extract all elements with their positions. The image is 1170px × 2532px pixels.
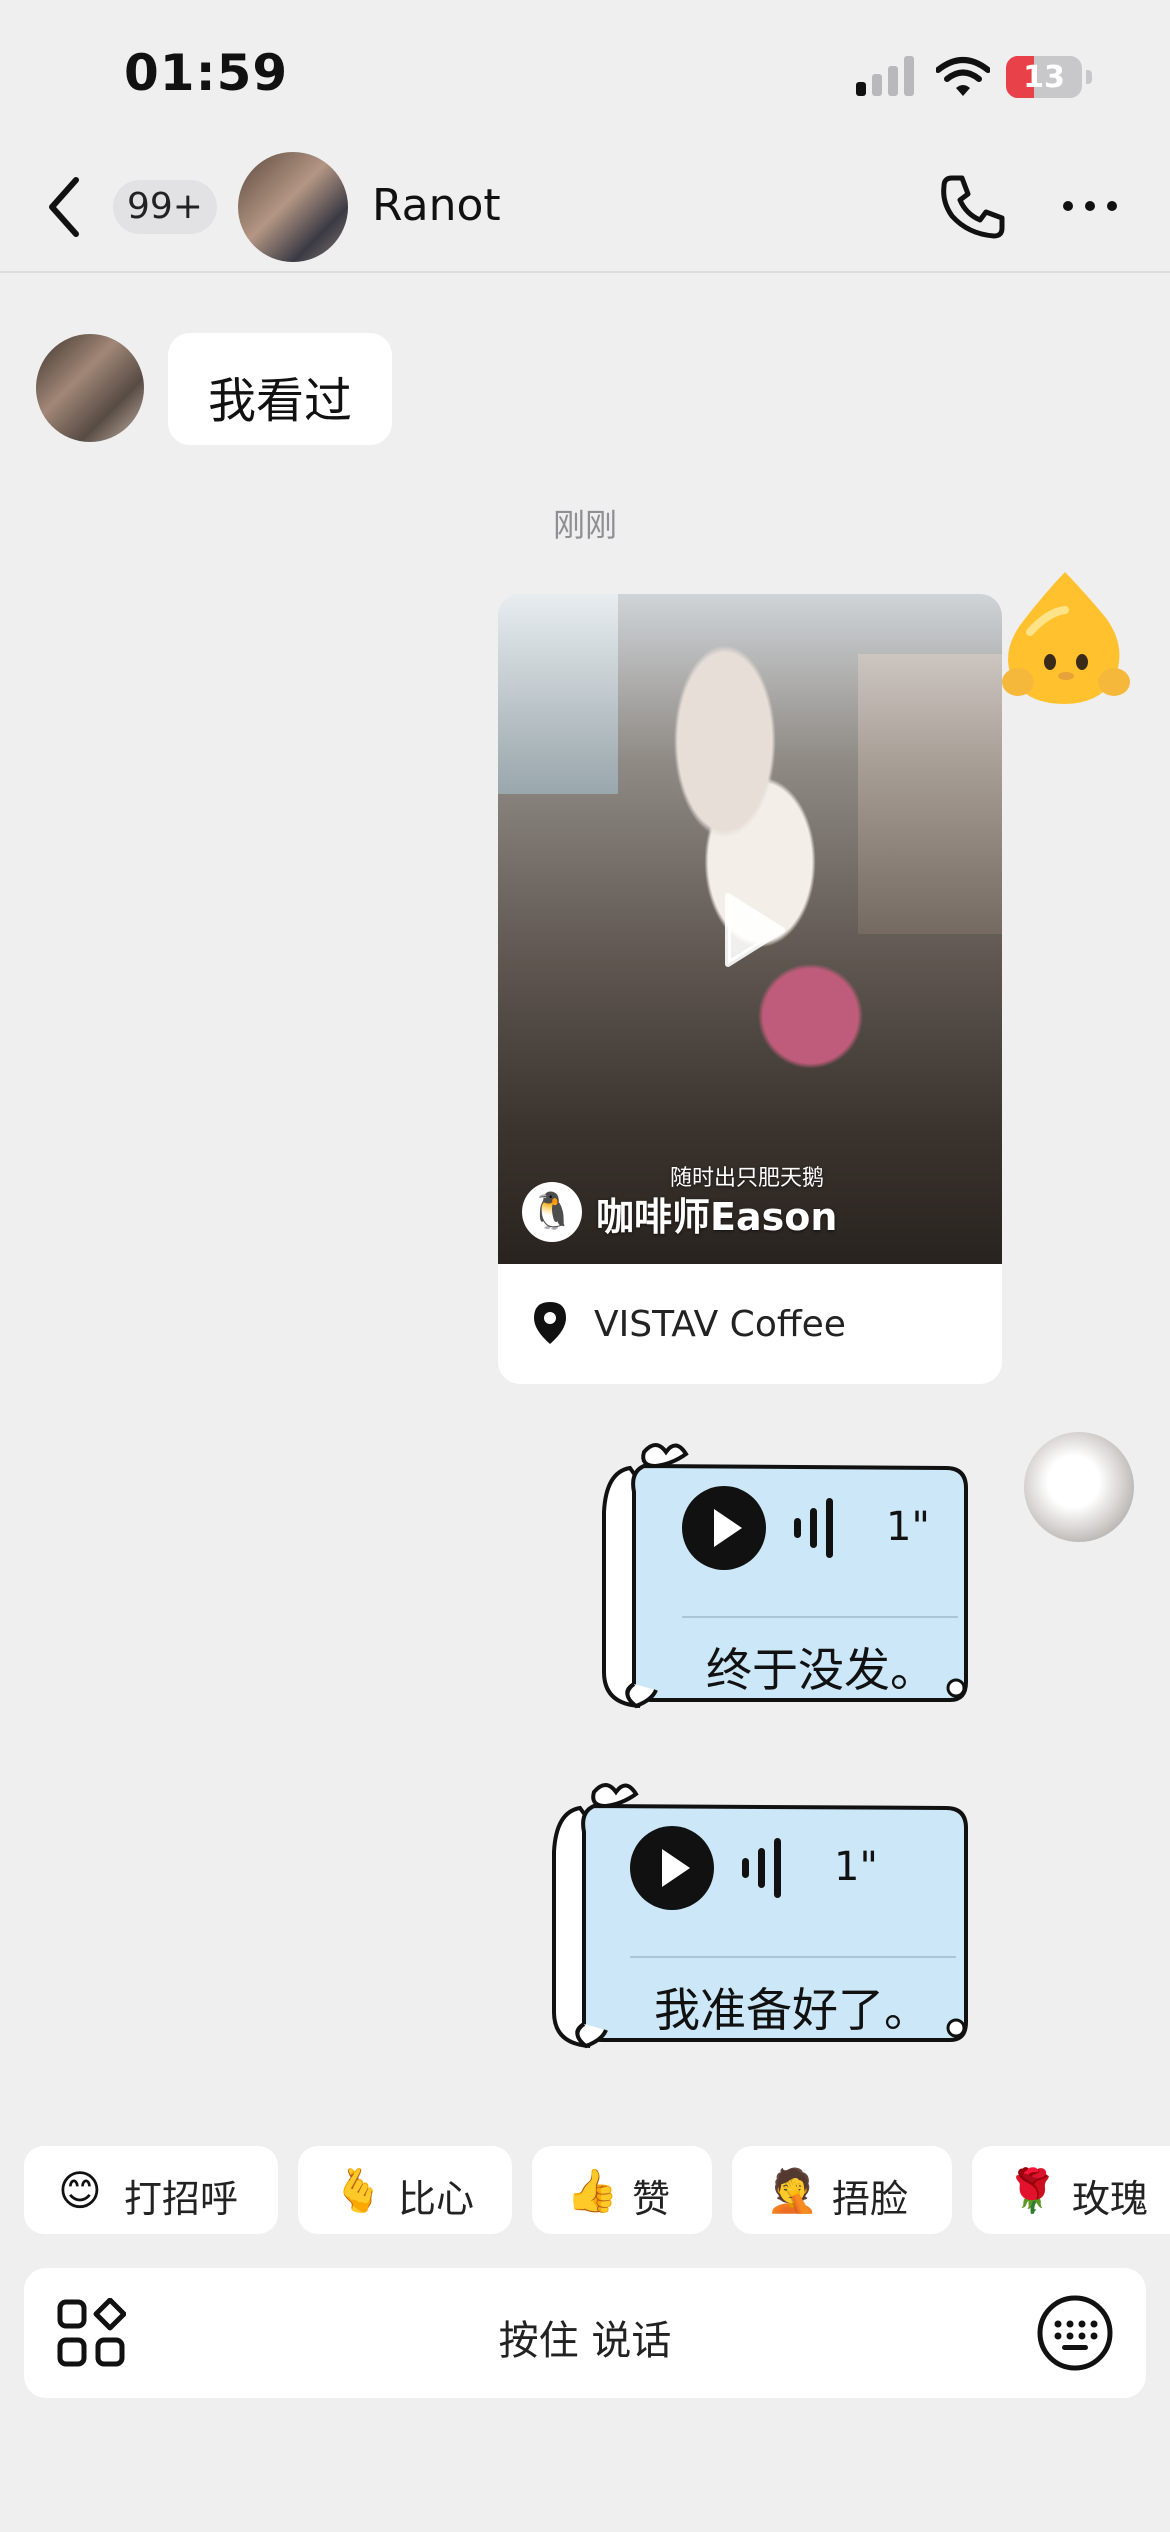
phone-icon[interactable]: [938, 172, 1008, 242]
wifi-icon: [936, 57, 990, 96]
quick-reply-emoji-icon: 😊: [58, 2166, 102, 2215]
my-avatar[interactable]: [1024, 1432, 1134, 1542]
voice-play-button[interactable]: [682, 1486, 766, 1570]
location-pin-icon: [534, 1302, 566, 1344]
back-icon[interactable]: [40, 172, 90, 242]
status-time: 01:59: [124, 44, 289, 102]
quick-reply-label: 捂脸: [832, 2177, 909, 2221]
battery-level: 13: [1023, 60, 1065, 95]
quick-reply-label: 打招呼: [124, 2177, 239, 2221]
chick-sticker-icon: [1002, 572, 1130, 704]
voice-play-button[interactable]: [630, 1826, 714, 1910]
video-thumbnail[interactable]: 随时出只肥天鹅 🐧 咖啡师Eason: [498, 594, 1002, 1264]
contact-avatar[interactable]: [238, 152, 348, 262]
video-location[interactable]: VISTAV Coffee: [498, 1264, 1002, 1384]
cellular-signal-icon: [856, 56, 916, 96]
quick-reply-chip[interactable]: 🫰 比心: [298, 2146, 512, 2234]
quick-reply-label: 比心: [398, 2177, 475, 2221]
video-author-name: 咖啡师Eason: [596, 1195, 838, 1239]
header-divider: [0, 271, 1170, 273]
voice-transcript: 终于没发。: [706, 1643, 936, 1697]
received-message-text: 我看过: [207, 373, 352, 429]
more-icon[interactable]: [1060, 196, 1120, 216]
voice-message-bubble[interactable]: 1" 我准备好了。: [550, 1772, 970, 2054]
received-message-bubble[interactable]: 我看过: [168, 333, 392, 445]
keyboard-icon[interactable]: [1036, 2294, 1114, 2372]
battery-icon: 13: [1006, 56, 1092, 98]
waveform-icon: [742, 1838, 796, 1898]
quick-reply-label: 赞: [632, 2177, 671, 2221]
location-name: VISTAV Coffee: [594, 1304, 846, 1345]
quick-reply-chip[interactable]: 🤦 捂脸: [732, 2146, 952, 2234]
message-timestamp: 刚刚: [552, 506, 617, 544]
hold-to-talk-button[interactable]: 按住 说话: [24, 2308, 1146, 2366]
shared-video-card[interactable]: 随时出只肥天鹅 🐧 咖啡师Eason VISTAV Coffee: [498, 594, 1002, 1384]
video-author-avatar: 🐧: [522, 1182, 582, 1242]
quick-reply-chip[interactable]: 😊 打招呼: [24, 2146, 278, 2234]
voice-duration: 1": [834, 1844, 878, 1890]
voice-divider: [630, 1956, 956, 1958]
quick-reply-emoji-icon: 👍: [566, 2166, 619, 2215]
peer-avatar[interactable]: [36, 334, 144, 442]
contact-name[interactable]: Ranot: [372, 180, 501, 231]
voice-message-bubble[interactable]: 1" 终于没发。: [600, 1432, 970, 1714]
play-icon[interactable]: [718, 890, 788, 970]
quick-reply-emoji-icon: 🤦: [766, 2166, 819, 2215]
unread-count-badge[interactable]: 99+: [113, 180, 217, 234]
voice-divider: [682, 1616, 958, 1618]
quick-reply-label: 玫瑰: [1072, 2177, 1149, 2221]
waveform-icon: [794, 1498, 848, 1558]
quick-reply-chip[interactable]: 👍 赞: [532, 2146, 712, 2234]
input-bar: 按住 说话: [24, 2268, 1146, 2398]
voice-duration: 1": [886, 1504, 930, 1550]
quick-reply-chip[interactable]: 🌹 玫瑰: [972, 2146, 1170, 2234]
voice-transcript: 我准备好了。: [654, 1983, 930, 2037]
quick-reply-emoji-icon: 🌹: [1006, 2166, 1059, 2215]
quick-reply-emoji-icon: 🫰: [332, 2166, 385, 2215]
